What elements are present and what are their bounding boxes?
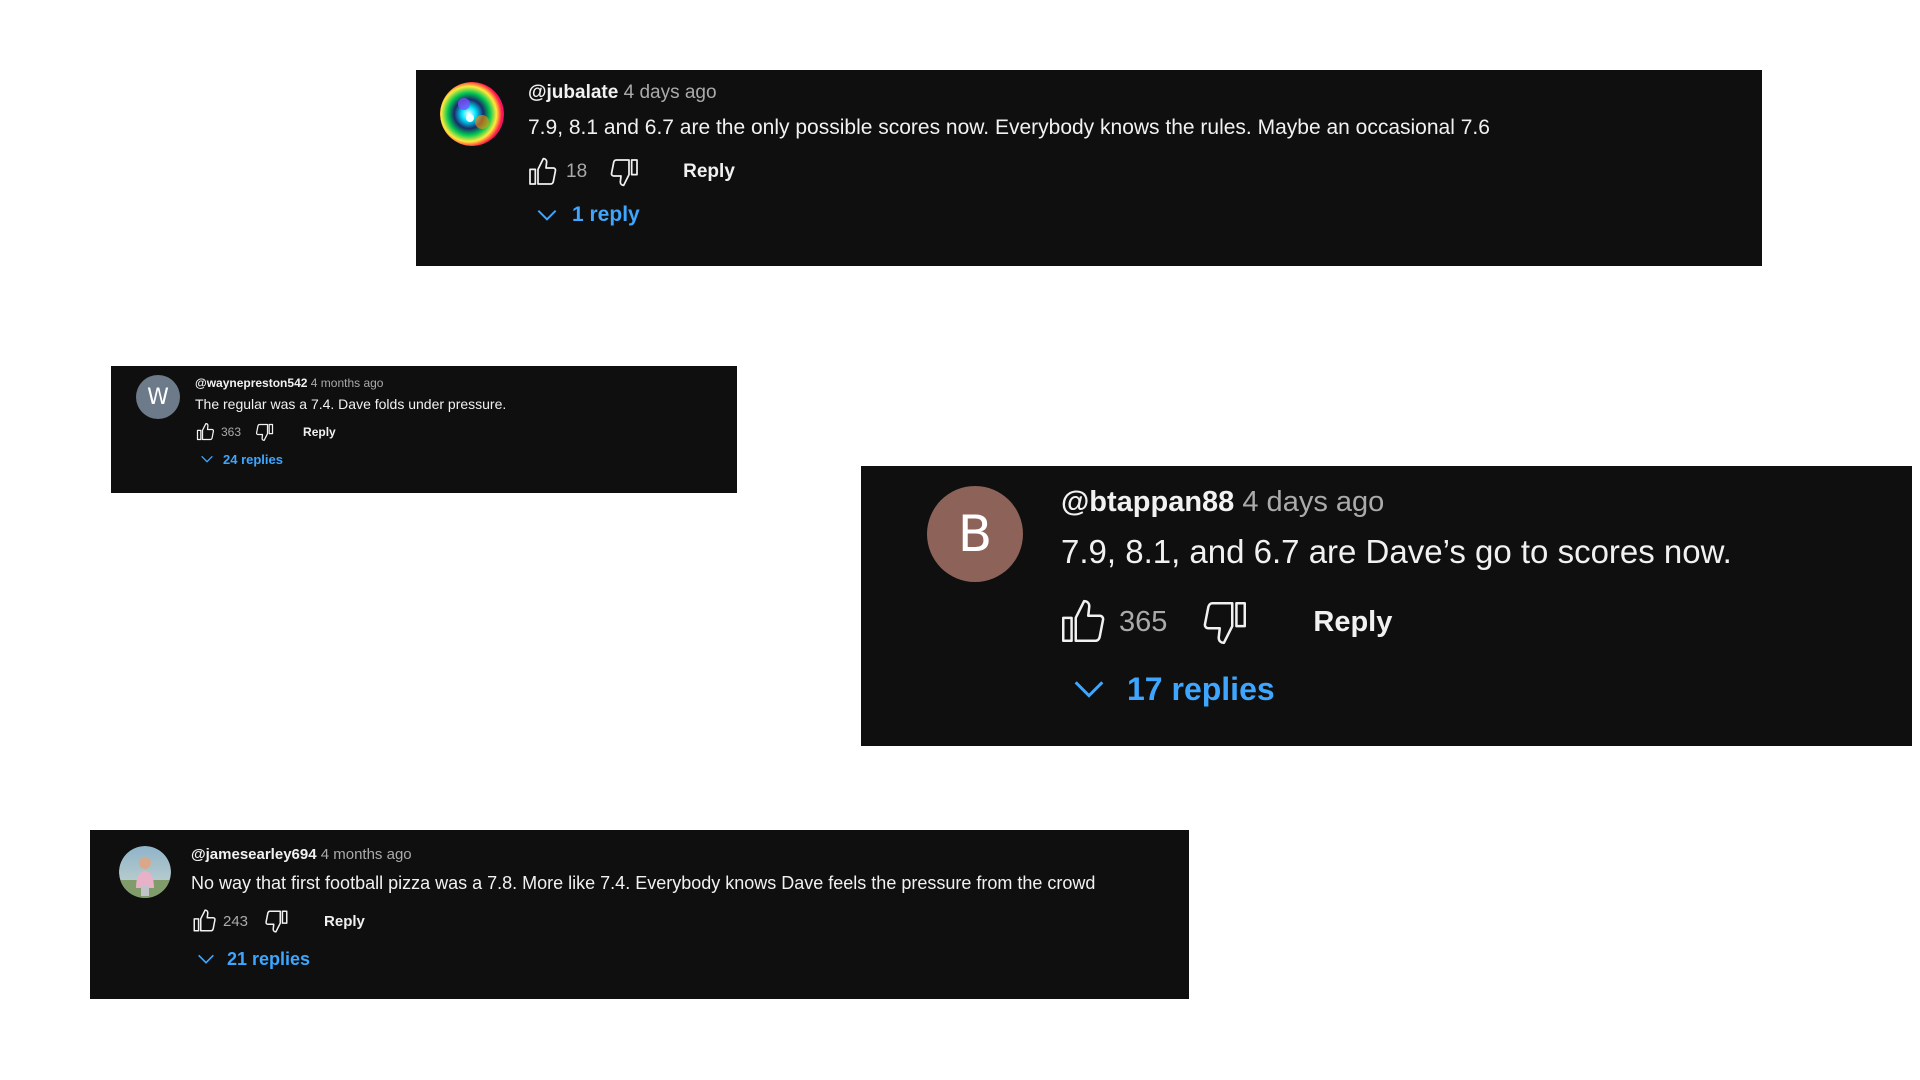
avatar[interactable]: B [927,486,1023,582]
like-count: 363 [221,425,242,439]
like-button[interactable] [1057,597,1107,647]
thumbs-up-icon [1062,599,1105,642]
view-replies-button[interactable]: 21 replies [191,948,1095,970]
comment-text: No way that first football pizza was a 7… [191,873,1096,893]
comment-card-btappan88: B @btappan88 4 days ago 7.9, 8.1, and 6.… [861,466,1912,746]
view-replies-button[interactable]: 17 replies [1061,669,1732,709]
like-button[interactable] [526,156,558,188]
comment-card-jubalate: @jubalate 4 days ago 7.9, 8.1 and 6.7 ar… [416,70,1762,266]
avatar[interactable] [440,82,504,146]
chevron-down-icon [201,455,213,463]
comment-text: The regular was a 7.4. Dave folds under … [195,396,507,412]
replies-count-label: 24 replies [223,451,283,467]
comment-header: @btappan88 4 days ago [1061,486,1732,519]
comment-actions: 243 Reply [191,908,1095,934]
avatar[interactable]: W [136,375,180,419]
like-button[interactable] [195,422,215,442]
author-handle[interactable]: @jubalate [528,82,618,103]
like-count: 243 [223,912,249,930]
timestamp[interactable]: 4 days ago [624,82,717,103]
comment-actions: 18 Reply [528,156,1490,188]
reply-button[interactable]: Reply [1313,606,1392,639]
comment-header: @waynepreston542 4 months ago [195,376,506,390]
timestamp[interactable]: 4 months ago [321,846,412,863]
timestamp[interactable]: 4 days ago [1242,486,1384,518]
colorful-avatar-icon [440,82,504,146]
dislike-button[interactable] [264,908,290,934]
comment-card-jamesearley694: @jamesearley694 4 months ago No way that… [90,830,1189,999]
chevron-down-icon [537,209,557,221]
thumbs-down-icon [1204,602,1247,645]
like-count: 365 [1119,605,1168,638]
replies-count-label: 17 replies [1127,670,1275,707]
dislike-button[interactable] [255,422,275,442]
like-button[interactable] [191,908,217,934]
thumbs-down-icon [255,423,274,441]
thumbs-down-icon [610,159,639,187]
view-replies-button[interactable]: 1 reply [528,202,1490,228]
chevron-down-icon [198,954,214,964]
dislike-button[interactable] [1201,597,1251,647]
replies-count-label: 1 reply [572,203,640,226]
thumbs-down-icon [265,910,288,933]
timestamp[interactable]: 4 months ago [311,376,384,390]
reply-button[interactable]: Reply [324,913,365,930]
chevron-down-icon [1074,681,1104,698]
comment-header: @jamesearley694 4 months ago [191,846,1095,863]
author-handle[interactable]: @jamesearley694 [191,846,317,863]
replies-count-label: 21 replies [227,948,311,969]
comment-card-waynepreston542: W @waynepreston542 4 months ago The regu… [111,366,737,493]
comment-actions: 365 Reply [1061,597,1732,647]
author-handle[interactable]: @waynepreston542 [195,376,307,390]
avatar[interactable] [119,846,171,898]
comment-text: 7.9, 8.1 and 6.7 are the only possible s… [528,116,1490,139]
thumbs-up-icon [193,909,216,932]
reply-button[interactable]: Reply [683,161,735,183]
like-count: 18 [566,161,588,182]
thumbs-up-icon [196,423,215,441]
photo-avatar-icon [119,846,171,898]
author-handle[interactable]: @btappan88 [1061,486,1234,518]
comment-actions: 363 Reply [195,422,506,442]
view-replies-button[interactable]: 24 replies [195,451,506,467]
avatar-letter: W [147,384,169,410]
comment-text: 7.9, 8.1, and 6.7 are Dave’s go to score… [1061,533,1732,570]
reply-button[interactable]: Reply [303,425,336,439]
dislike-button[interactable] [609,156,641,188]
comment-header: @jubalate 4 days ago [528,82,1490,104]
thumbs-up-icon [529,157,557,185]
avatar-letter: B [957,505,993,563]
